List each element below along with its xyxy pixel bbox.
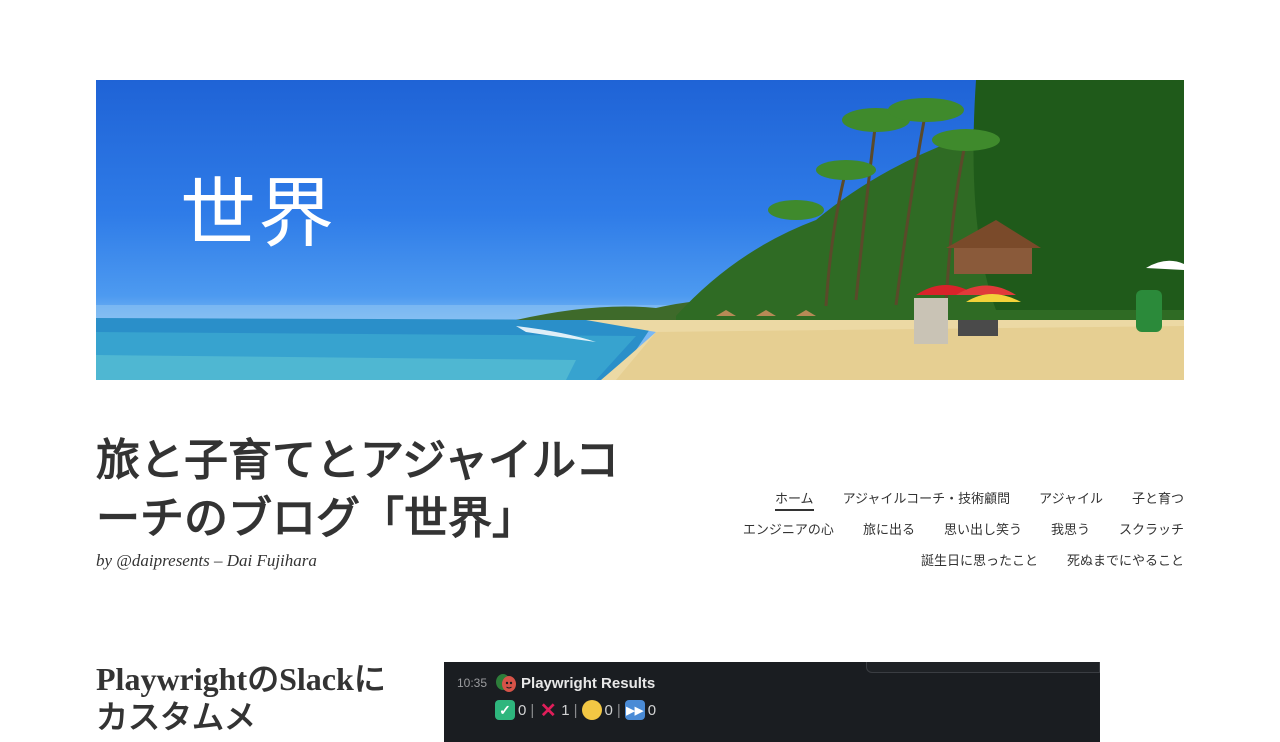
main-navigation: ホーム アジャイルコーチ・技術顧問 アジャイル 子と育つ エンジニアの心 旅に出… — [624, 488, 1184, 581]
nav-item-thoughts[interactable]: 我思う — [1051, 519, 1090, 540]
nav-item-memories[interactable]: 思い出し笑う — [944, 519, 1022, 540]
nav-item-bucket-list[interactable]: 死ぬまでにやること — [1067, 550, 1184, 571]
banner-title: 世界 — [180, 169, 336, 258]
failed-count: 1 — [561, 701, 570, 719]
nav-item-engineer-mind[interactable]: エンジニアの心 — [743, 519, 834, 540]
separator: | — [616, 701, 621, 719]
nav-row: エンジニアの心 旅に出る 思い出し笑う 我思う スクラッチ — [624, 519, 1184, 550]
nav-item-birthday[interactable]: 誕生日に思ったこと — [921, 550, 1038, 571]
test-result-stats: ✓ 0 | ✕ 1 | 0 | ▶▶ 0 — [495, 699, 657, 722]
site-title[interactable]: 旅と子育てとアジャイルコーチのブログ「世界」 — [96, 432, 656, 548]
nav-item-scratch[interactable]: スクラッチ — [1119, 519, 1184, 540]
nav-item-agile[interactable]: アジャイル — [1039, 488, 1103, 509]
separator: | — [530, 701, 535, 719]
header-banner-image: 世界 — [96, 80, 1184, 380]
nav-item-parenting[interactable]: 子と育つ — [1132, 488, 1184, 509]
app-name: Playwright Results — [521, 674, 656, 692]
nav-item-home[interactable]: ホーム — [774, 488, 814, 511]
check-icon: ✓ — [495, 700, 515, 720]
slack-message-header: 10:35 Playwright Results — [457, 672, 655, 694]
nav-row: ホーム アジャイルコーチ・技術顧問 アジャイル 子と育つ — [624, 488, 1184, 519]
post-title[interactable]: PlaywrightのSlackにカスタムメ — [96, 660, 396, 736]
post-featured-image[interactable]: 10:35 Playwright Results ✓ 0 | ✕ 1 | 0 |… — [444, 662, 1100, 742]
nav-item-travel[interactable]: 旅に出る — [863, 519, 915, 540]
passed-count: 0 — [518, 701, 527, 719]
cross-icon: ✕ — [539, 699, 557, 722]
nav-row: 誕生日に思ったこと 死ぬまでにやること — [624, 550, 1184, 581]
slack-toolbar — [866, 662, 1100, 673]
skipped-count: 0 — [647, 701, 657, 719]
fast-forward-icon: ▶▶ — [624, 700, 645, 720]
site-description: by @daipresents – Dai Fujihara — [96, 551, 317, 570]
playwright-masks-icon — [496, 674, 517, 692]
circle-icon — [581, 700, 602, 720]
nav-item-agile-coach[interactable]: アジャイルコーチ・技術顧問 — [843, 488, 1011, 509]
flaky-count: 0 — [604, 701, 613, 719]
message-time: 10:35 — [457, 676, 488, 690]
separator: | — [573, 701, 578, 719]
